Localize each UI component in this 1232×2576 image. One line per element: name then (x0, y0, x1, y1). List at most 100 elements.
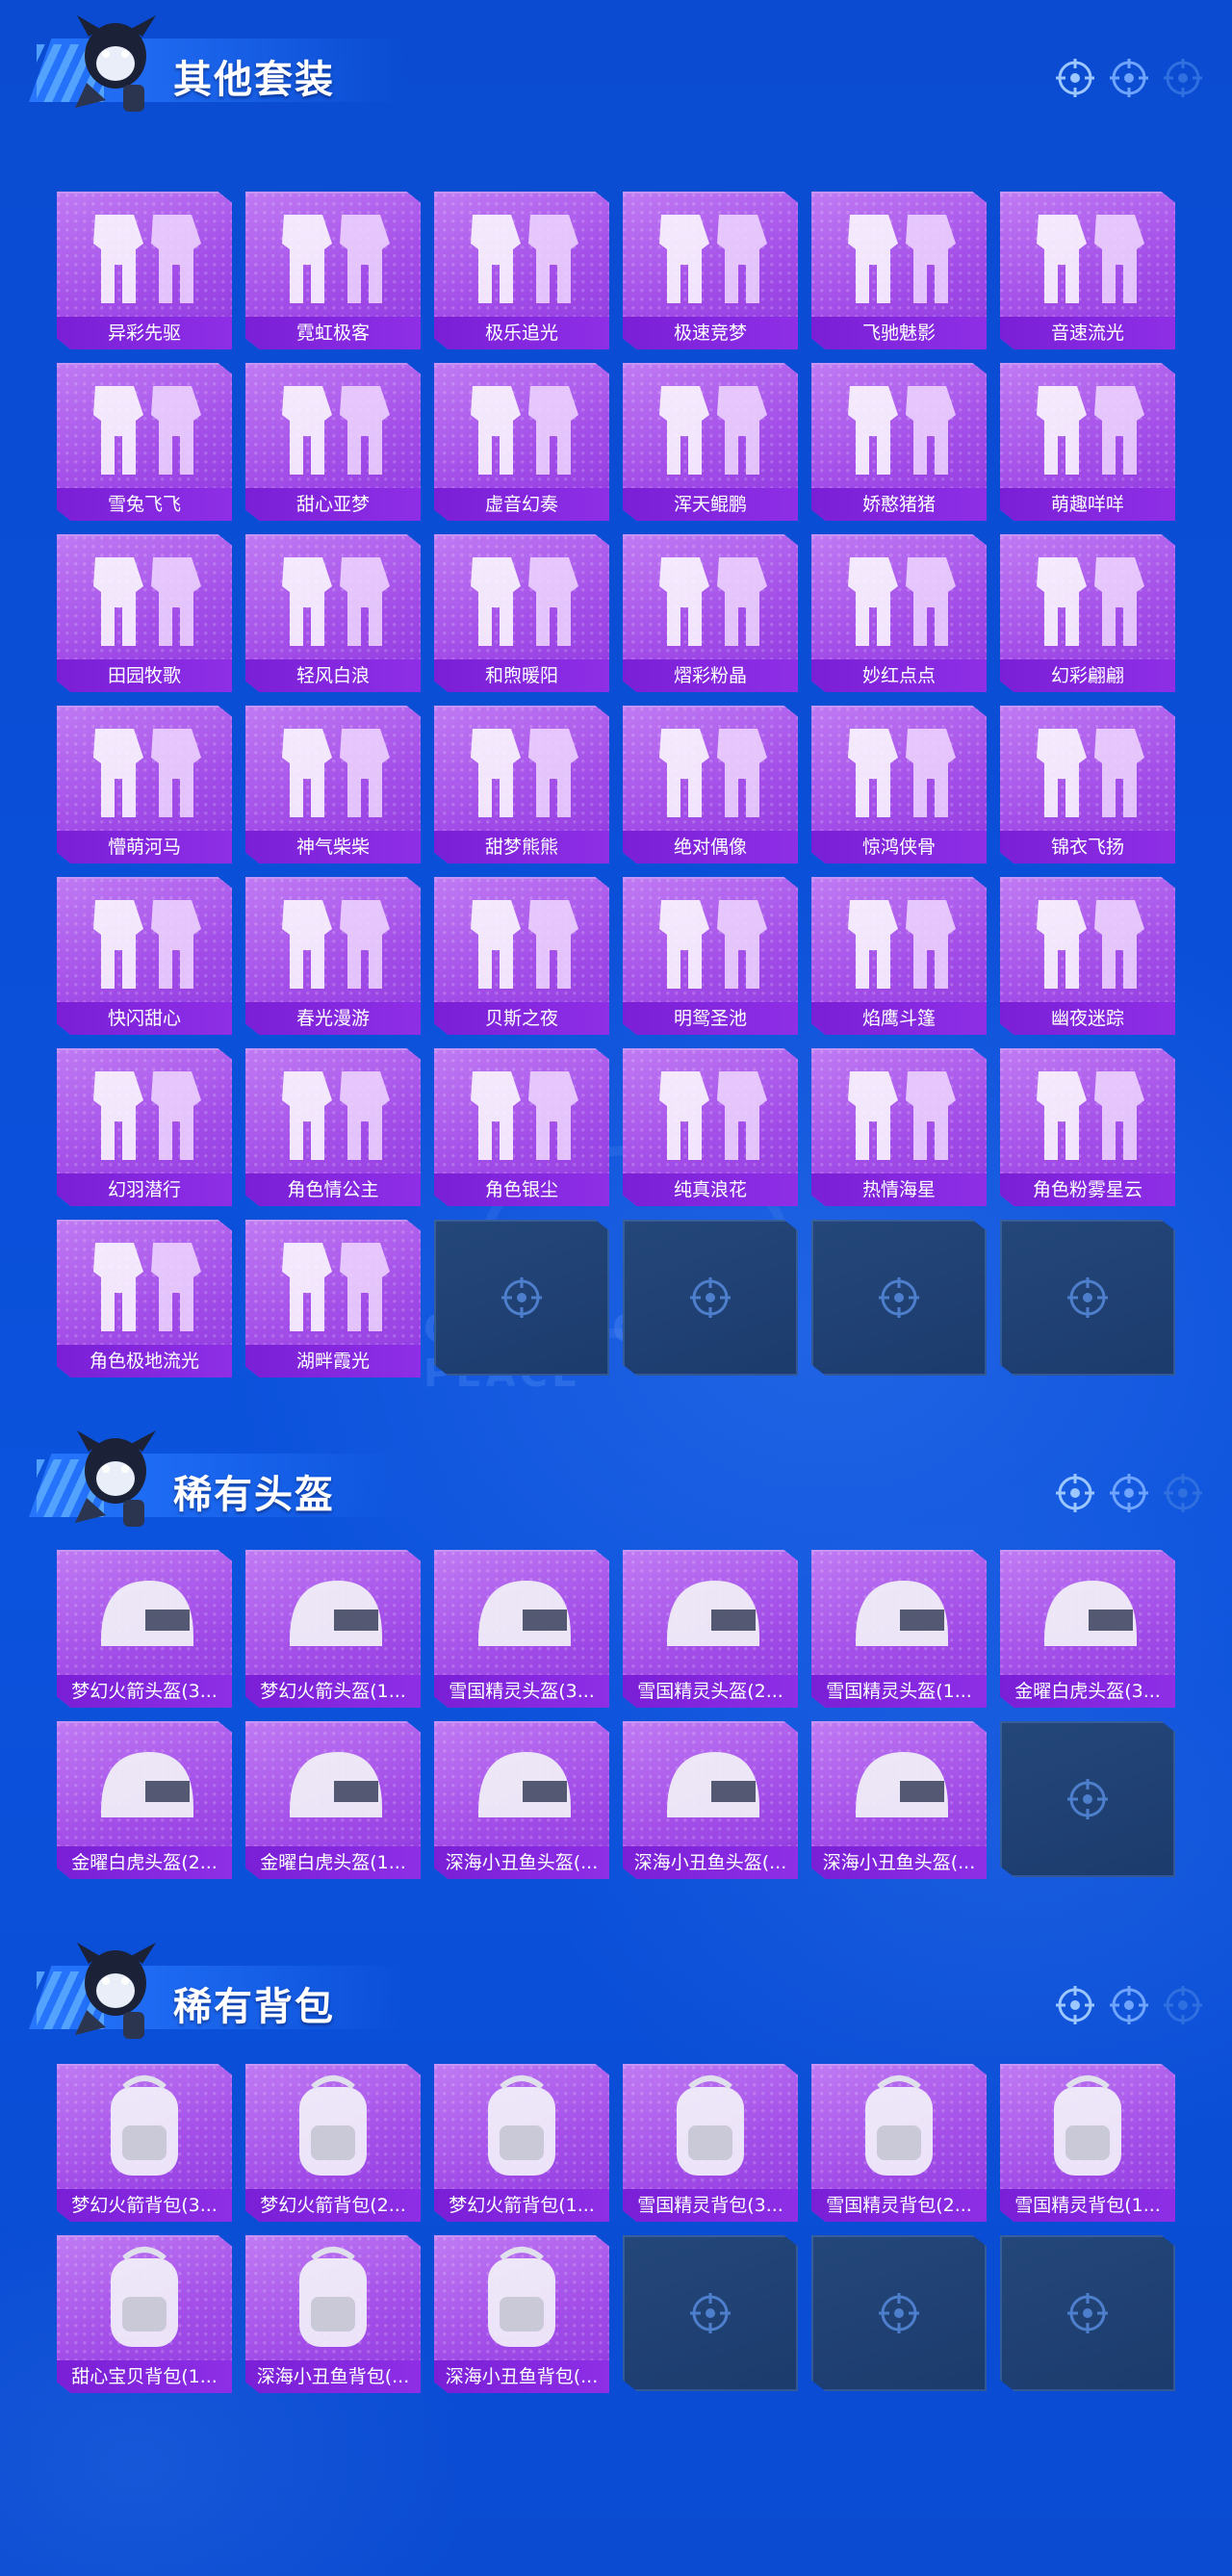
item-card[interactable]: 纯真浪花 (623, 1048, 798, 1206)
item-card[interactable]: 懵萌河马 (57, 706, 232, 863)
item-label: 角色情公主 (245, 1173, 421, 1206)
item-label: 雪国精灵背包(3... (623, 2189, 798, 2222)
backpack-image (57, 2066, 232, 2189)
item-label: 轻风白浪 (245, 659, 421, 692)
item-card[interactable]: 雪国精灵头盔(1... (811, 1550, 987, 1708)
item-card[interactable]: 深海小丑鱼背包(... (245, 2235, 421, 2393)
backpack-image (1000, 2066, 1175, 2189)
item-card[interactable]: 妙红点点 (811, 534, 987, 692)
item-label: 娇憨猪猪 (811, 488, 987, 521)
item-card[interactable]: 角色银尘 (434, 1048, 609, 1206)
item-label: 飞驰魅影 (811, 317, 987, 349)
item-label: 深海小丑鱼背包(... (245, 2360, 421, 2393)
item-card[interactable]: 轻风白浪 (245, 534, 421, 692)
header-decorations (1055, 58, 1203, 98)
crosshair-icon (1164, 1986, 1202, 2024)
item-card[interactable]: 锦衣飞扬 (1000, 706, 1175, 863)
item-card[interactable]: 甜梦熊熊 (434, 706, 609, 863)
item-card[interactable]: 角色极地流光 (57, 1220, 232, 1378)
item-card[interactable]: 焰鹰斗篷 (811, 877, 987, 1035)
item-label: 熠彩粉晶 (623, 659, 798, 692)
item-card[interactable]: 雪国精灵头盔(3... (434, 1550, 609, 1708)
item-card[interactable]: 极乐追光 (434, 192, 609, 349)
backpack-image (57, 2237, 232, 2360)
item-card[interactable]: 梦幻火箭背包(1... (434, 2064, 609, 2222)
item-label: 雪国精灵背包(1... (1000, 2189, 1175, 2222)
item-card[interactable]: 极速竞梦 (623, 192, 798, 349)
empty-slot (811, 2235, 987, 2391)
item-card[interactable]: 音速流光 (1000, 192, 1175, 349)
empty-slot (434, 1220, 609, 1376)
item-card[interactable]: 梦幻火箭头盔(3... (57, 1550, 232, 1708)
section-header: 稀有背包 (0, 1927, 1232, 2039)
item-card[interactable]: 金曜白虎头盔(3... (1000, 1550, 1175, 1708)
crosshair-icon (501, 1277, 542, 1318)
crosshair-icon (1067, 2293, 1108, 2333)
item-card[interactable]: 雪国精灵背包(3... (623, 2064, 798, 2222)
item-card[interactable]: 雪国精灵头盔(2... (623, 1550, 798, 1708)
item-card[interactable]: 雪国精灵背包(1... (1000, 2064, 1175, 2222)
item-card[interactable]: 角色粉雾星云 (1000, 1048, 1175, 1206)
item-card[interactable]: 湖畔霞光 (245, 1220, 421, 1378)
item-card[interactable]: 梦幻火箭头盔(1... (245, 1550, 421, 1708)
item-card[interactable]: 幻彩翩翩 (1000, 534, 1175, 692)
item-label: 懵萌河马 (57, 831, 232, 863)
item-label: 雪国精灵头盔(3... (434, 1675, 609, 1708)
item-label: 深海小丑鱼头盔(... (811, 1846, 987, 1879)
item-card[interactable]: 田园牧歌 (57, 534, 232, 692)
outfit-image (811, 708, 987, 831)
outfit-image (623, 536, 798, 659)
item-card[interactable]: 神气柴柴 (245, 706, 421, 863)
item-card[interactable]: 浑天鲲鹏 (623, 363, 798, 521)
item-label: 梦幻火箭背包(1... (434, 2189, 609, 2222)
item-card[interactable]: 金曜白虎头盔(2... (57, 1721, 232, 1879)
item-card[interactable]: 萌趣咩咩 (1000, 363, 1175, 521)
item-card[interactable]: 深海小丑鱼头盔(... (623, 1721, 798, 1879)
item-card[interactable]: 明鸳圣池 (623, 877, 798, 1035)
empty-slot (623, 2235, 798, 2391)
item-card[interactable]: 贝斯之夜 (434, 877, 609, 1035)
item-card[interactable]: 深海小丑鱼背包(... (434, 2235, 609, 2393)
item-card[interactable]: 春光漫游 (245, 877, 421, 1035)
item-card[interactable]: 热情海星 (811, 1048, 987, 1206)
item-card[interactable]: 甜心宝贝背包(1... (57, 2235, 232, 2393)
item-card[interactable]: 绝对偶像 (623, 706, 798, 863)
item-card[interactable]: 梦幻火箭背包(3... (57, 2064, 232, 2222)
item-label: 贝斯之夜 (434, 1002, 609, 1035)
item-label: 深海小丑鱼头盔(... (434, 1846, 609, 1879)
header-decorations (1055, 1473, 1203, 1513)
mascot-icon (75, 1943, 156, 2039)
item-card[interactable]: 虚音幻奏 (434, 363, 609, 521)
backpack-image (245, 2066, 421, 2189)
item-card[interactable]: 深海小丑鱼头盔(... (434, 1721, 609, 1879)
item-label: 焰鹰斗篷 (811, 1002, 987, 1035)
item-card[interactable]: 雪国精灵背包(2... (811, 2064, 987, 2222)
item-card[interactable]: 和煦暖阳 (434, 534, 609, 692)
outfit-image (245, 193, 421, 317)
item-card[interactable]: 甜心亚梦 (245, 363, 421, 521)
item-card[interactable]: 异彩先驱 (57, 192, 232, 349)
item-card[interactable]: 梦幻火箭背包(2... (245, 2064, 421, 2222)
outfit-image (623, 193, 798, 317)
item-label: 纯真浪花 (623, 1173, 798, 1206)
item-card[interactable]: 深海小丑鱼头盔(... (811, 1721, 987, 1879)
item-card[interactable]: 雪兔飞飞 (57, 363, 232, 521)
item-card[interactable]: 飞驰魅影 (811, 192, 987, 349)
item-label: 甜心亚梦 (245, 488, 421, 521)
outfit-image (811, 879, 987, 1002)
item-card[interactable]: 惊鸿侠骨 (811, 706, 987, 863)
item-card[interactable]: 快闪甜心 (57, 877, 232, 1035)
item-card[interactable]: 幽夜迷踪 (1000, 877, 1175, 1035)
item-card[interactable]: 幻羽潜行 (57, 1048, 232, 1206)
outfit-image (245, 879, 421, 1002)
item-card[interactable]: 熠彩粉晶 (623, 534, 798, 692)
item-grid: 异彩先驱 霓虹极客 极乐追光 极速竞梦 飞驰魅影 音速流光雪兔飞飞 甜心亚梦 虚音幻奏 浑天鲲鹏… (57, 192, 1175, 1378)
crosshair-icon (690, 2293, 731, 2333)
item-card[interactable]: 霓虹极客 (245, 192, 421, 349)
section-title: 稀有背包 (173, 1985, 335, 2029)
item-card[interactable]: 角色情公主 (245, 1048, 421, 1206)
item-label: 梦幻火箭头盔(3... (57, 1675, 232, 1708)
section-header: 其他套装 (0, 0, 1232, 112)
item-card[interactable]: 金曜白虎头盔(1... (245, 1721, 421, 1879)
item-card[interactable]: 娇憨猪猪 (811, 363, 987, 521)
